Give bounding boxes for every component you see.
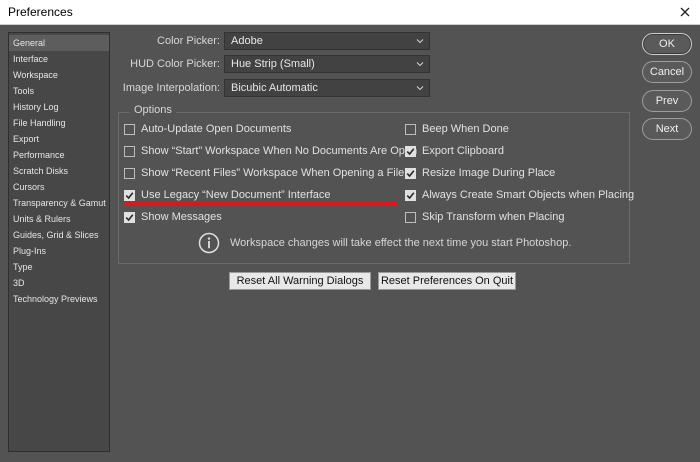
reset-warning-dialogs-button[interactable]: Reset All Warning Dialogs — [229, 272, 371, 290]
info-message: Workspace changes will take effect the n… — [198, 230, 571, 256]
auto-update-open-documents-option[interactable]: Auto-Update Open Documents — [124, 121, 291, 137]
highlight-underline — [124, 202, 398, 205]
chevron-down-icon — [416, 62, 424, 67]
option-label: Resize Image During Place — [422, 167, 556, 179]
option-label: Auto-Update Open Documents — [141, 123, 292, 135]
beep-when-done-option[interactable]: Beep When Done — [405, 121, 509, 137]
info-text: Workspace changes will take effect the n… — [230, 237, 572, 249]
checkmark-icon — [125, 213, 134, 221]
info-icon — [198, 232, 220, 254]
show-messages-option[interactable]: Show Messages — [124, 209, 222, 225]
window-title: Preferences — [8, 5, 73, 19]
skip-transform-when-placing-option[interactable]: Skip Transform when Placing — [405, 209, 564, 225]
sidebar-item-history-log[interactable]: History Log — [9, 99, 109, 115]
image-interpolation-select[interactable]: Bicubic Automatic — [224, 79, 430, 97]
checkmark-icon — [406, 169, 415, 177]
close-icon — [680, 7, 690, 17]
checkbox-checked[interactable] — [124, 189, 135, 201]
option-label: Always Create Smart Objects when Placing — [422, 189, 635, 201]
sidebar-item-scratch-disks[interactable]: Scratch Disks — [9, 163, 109, 179]
checkbox-checked[interactable] — [124, 211, 135, 223]
checkmark-icon — [125, 191, 134, 199]
next-button[interactable]: Next — [642, 118, 692, 140]
checkmark-icon — [406, 191, 415, 199]
checkbox[interactable] — [124, 167, 135, 179]
color-picker-label: Color Picker: — [157, 35, 220, 47]
options-legend: Options — [130, 104, 176, 116]
hud-color-picker-value: Hue Strip (Small) — [231, 58, 315, 70]
use-legacy-new-document-option[interactable]: Use Legacy “New Document” Interface — [124, 187, 331, 203]
close-button[interactable] — [670, 0, 700, 24]
ok-button[interactable]: OK — [642, 33, 692, 55]
checkbox-checked[interactable] — [405, 167, 416, 179]
title-bar: Preferences — [0, 0, 700, 25]
option-label: Skip Transform when Placing — [422, 211, 565, 223]
option-label: Show “Start” Workspace When No Documents… — [141, 145, 418, 157]
show-start-workspace-option[interactable]: Show “Start” Workspace When No Documents… — [124, 143, 417, 159]
sidebar-item-units-rulers[interactable]: Units & Rulers — [9, 211, 109, 227]
sidebar-item-guides-grid-slices[interactable]: Guides, Grid & Slices — [9, 227, 109, 243]
color-picker-select[interactable]: Adobe — [224, 32, 430, 50]
color-picker-value: Adobe — [231, 35, 263, 47]
preferences-window: Preferences General Interface Workspace … — [0, 0, 700, 462]
checkbox-checked[interactable] — [405, 189, 416, 201]
checkbox[interactable] — [405, 123, 416, 135]
reset-preferences-on-quit-button[interactable]: Reset Preferences On Quit — [378, 272, 516, 290]
checkbox[interactable] — [124, 123, 135, 135]
sidebar-item-tools[interactable]: Tools — [9, 83, 109, 99]
sidebar-item-file-handling[interactable]: File Handling — [9, 115, 109, 131]
cancel-button[interactable]: Cancel — [642, 61, 692, 83]
export-clipboard-option[interactable]: Export Clipboard — [405, 143, 504, 159]
image-interpolation-value: Bicubic Automatic — [231, 82, 318, 94]
sidebar-item-export[interactable]: Export — [9, 131, 109, 147]
option-label: Show Messages — [141, 211, 222, 223]
checkbox-checked[interactable] — [405, 145, 416, 157]
option-label: Beep When Done — [422, 123, 509, 135]
show-recent-files-workspace-option[interactable]: Show “Recent Files” Workspace When Openi… — [124, 165, 404, 181]
sidebar-item-technology-previews[interactable]: Technology Previews — [9, 291, 109, 307]
resize-image-during-place-option[interactable]: Resize Image During Place — [405, 165, 555, 181]
sidebar-item-transparency-gamut[interactable]: Transparency & Gamut — [9, 195, 109, 211]
sidebar-item-type[interactable]: Type — [9, 259, 109, 275]
sidebar-item-3d[interactable]: 3D — [9, 275, 109, 291]
hud-color-picker-select[interactable]: Hue Strip (Small) — [224, 55, 430, 73]
preferences-sidebar: General Interface Workspace Tools Histor… — [8, 32, 110, 452]
sidebar-item-performance[interactable]: Performance — [9, 147, 109, 163]
prev-button[interactable]: Prev — [642, 90, 692, 112]
sidebar-item-plug-ins[interactable]: Plug-Ins — [9, 243, 109, 259]
checkbox[interactable] — [405, 211, 416, 223]
sidebar-item-cursors[interactable]: Cursors — [9, 179, 109, 195]
always-create-smart-objects-option[interactable]: Always Create Smart Objects when Placing — [405, 187, 634, 203]
chevron-down-icon — [416, 39, 424, 44]
sidebar-item-interface[interactable]: Interface — [9, 51, 109, 67]
hud-color-picker-label: HUD Color Picker: — [130, 58, 220, 70]
checkmark-icon — [406, 147, 415, 155]
option-label: Export Clipboard — [422, 145, 504, 157]
sidebar-item-general[interactable]: General — [9, 35, 109, 51]
option-label: Show “Recent Files” Workspace When Openi… — [141, 167, 405, 179]
image-interpolation-label: Image Interpolation: — [122, 82, 220, 94]
sidebar-item-workspace[interactable]: Workspace — [9, 67, 109, 83]
checkbox[interactable] — [124, 145, 135, 157]
option-label: Use Legacy “New Document” Interface — [141, 189, 331, 201]
chevron-down-icon — [416, 86, 424, 91]
